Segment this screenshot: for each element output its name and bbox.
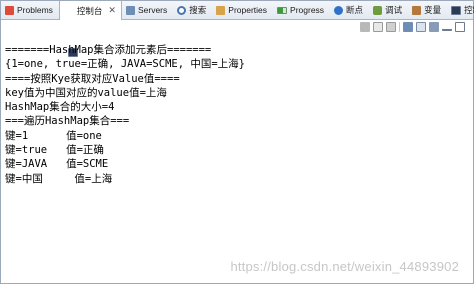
console-line: 键=1 值=one (5, 129, 102, 142)
console-line: ===遍历HashMap集合=== (5, 115, 130, 128)
console-icon (451, 5, 462, 15)
tab-label: 断点 (346, 5, 364, 15)
console-line: =======HashMap集合添加元素后======= (5, 44, 212, 56)
console-line: HashMap集合的大小=4 (5, 101, 115, 114)
console-line: ====按照Kye获取对应Value值==== (5, 72, 180, 85)
tab-problems[interactable]: Problems (1, 1, 59, 19)
progress-icon (277, 6, 288, 14)
remove-launch-icon[interactable] (373, 22, 383, 32)
tab-progress[interactable]: Progress (273, 1, 330, 19)
tab-label: 控制台 (76, 5, 103, 16)
toolbar-separator (399, 22, 400, 32)
console-line: key值为中国对应的value值=上海 (5, 86, 167, 99)
servers-icon (125, 5, 135, 15)
watermark-text: https://blog.csdn.net/weixin_44893902 (230, 259, 459, 274)
remove-all-terminated-icon[interactable] (386, 22, 396, 32)
terminate-icon[interactable] (360, 22, 370, 32)
tab-debug[interactable]: 调试 (369, 1, 408, 19)
tab-console[interactable]: 控制台 ✕ (58, 1, 122, 57)
tab-label: 调试 (385, 5, 403, 15)
debug-icon (373, 5, 383, 15)
tab-label: Progress (290, 5, 325, 15)
view-tab-bar: Problems 控制台 ✕ Servers 搜索 Properties Progress 断… (1, 1, 474, 57)
close-tab-icon[interactable]: ✕ (108, 5, 116, 16)
console-line: 键=JAVA 值=SCME (5, 158, 109, 171)
tab-label: Servers (137, 5, 168, 15)
properties-icon (216, 5, 226, 15)
tab-servers[interactable]: Servers (122, 1, 173, 19)
display-selected-console-icon[interactable] (416, 22, 426, 32)
tab-search[interactable]: 搜索 (173, 1, 212, 19)
tab-label: Problems (17, 5, 53, 15)
tab-label: 搜索 (189, 5, 207, 15)
breakpoints-icon (334, 5, 344, 15)
search-icon (177, 5, 187, 15)
minimize-icon[interactable] (442, 24, 452, 31)
tab-label: 变量 (424, 5, 442, 15)
tab-label: Properties (228, 5, 268, 15)
console-line: 键=true 值=正确 (5, 144, 104, 157)
tab-label: 控制台 (464, 5, 474, 15)
console-line: 键=中国 值=上海 (5, 172, 113, 185)
problems-icon (5, 5, 14, 15)
variables-icon (412, 5, 422, 15)
maximize-icon[interactable] (455, 22, 465, 32)
console-toolbar (360, 21, 465, 33)
console-line: {1=one, true=正确, JAVA=SCME, 中国=上海} (5, 58, 246, 71)
tab-variables[interactable]: 变量 (408, 1, 447, 19)
tab-breakpoints[interactable]: 断点 (330, 1, 369, 19)
pin-console-icon[interactable] (403, 22, 413, 32)
tab-properties[interactable]: Properties (212, 1, 273, 19)
tab-console-2[interactable]: 控制台 (447, 1, 474, 19)
open-console-icon[interactable] (429, 22, 439, 32)
eclipse-console-view: Problems 控制台 ✕ Servers 搜索 Properties Progress 断… (0, 0, 474, 284)
console-output[interactable]: =======HashMap集合添加元素后======= {1=one, true… (5, 43, 469, 279)
